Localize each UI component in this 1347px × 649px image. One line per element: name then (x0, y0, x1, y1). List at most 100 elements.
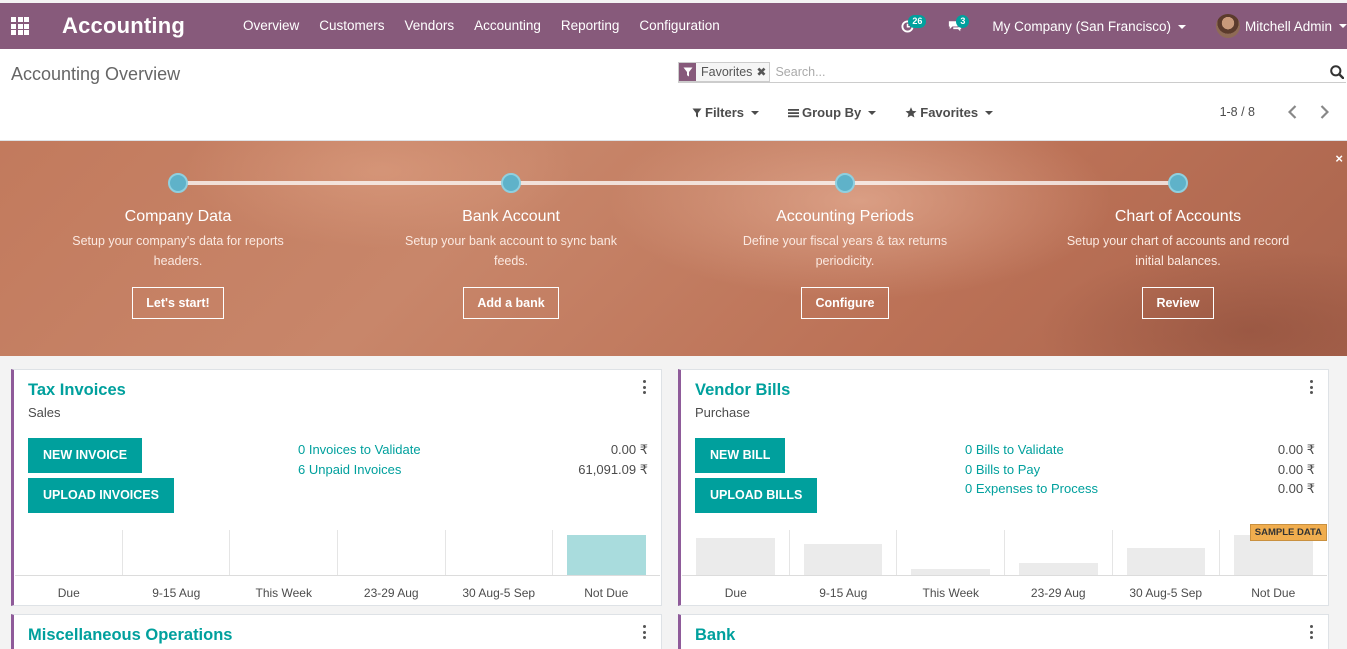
step-dot (501, 173, 521, 193)
lets-start-button[interactable]: Let's start! (132, 287, 224, 319)
list-item: 0 Expenses to Process 0.00 ₹ (965, 479, 1315, 499)
groupby-dropdown[interactable]: Group By (788, 105, 877, 120)
amount: 61,091.09 ₹ (578, 461, 648, 477)
onboarding-step-company-data: Company Data Setup your company's data f… (58, 173, 298, 319)
star-icon (905, 107, 917, 118)
graph-column (552, 530, 660, 575)
invoices-to-validate-link[interactable]: 0 Invoices to Validate (298, 440, 421, 460)
graph-column (1111, 530, 1220, 575)
card-title[interactable]: Bank (695, 626, 735, 645)
top-menu: Overview Customers Vendors Accounting Re… (233, 3, 730, 49)
step-description: Setup your company's data for reports he… (72, 234, 284, 268)
step-title[interactable]: Chart of Accounts (1058, 207, 1298, 227)
company-name: My Company (San Francisco) (992, 18, 1171, 34)
step-description: Setup your bank account to sync bank fee… (405, 234, 617, 268)
graph-bar[interactable] (567, 535, 647, 575)
graph-tick-label: 9-15 Aug (819, 586, 868, 600)
amount: 0.00 ₹ (1277, 442, 1315, 457)
add-bank-button[interactable]: Add a bank (463, 287, 559, 319)
journal-graph: Due 9-15 Aug This Week 23-29 Aug 30 Aug-5 Se… (14, 530, 661, 605)
graph-column (121, 530, 230, 575)
card-title[interactable]: Tax Invoices (28, 381, 126, 400)
graph-tick-label: 30 Aug-5 Sep (1129, 586, 1203, 600)
configure-button[interactable]: Configure (801, 287, 889, 319)
pager: 1-8 / 8 (1220, 103, 1333, 121)
graph-bar[interactable] (1019, 563, 1098, 575)
upload-bills-button[interactable]: UPLOAD BILLS (695, 478, 818, 513)
facet-label: Favorites (701, 64, 753, 79)
graph-bar[interactable] (1234, 535, 1314, 575)
menu-customers[interactable]: Customers (309, 3, 394, 49)
card-links: 0 Bills to Validate 0.00 ₹ 0 Bills to Pay… (965, 440, 1315, 499)
close-icon[interactable]: × (1335, 151, 1343, 166)
activity-clock-icon[interactable]: 26 (896, 3, 927, 49)
kebab-menu-icon[interactable] (640, 625, 648, 639)
new-bill-button[interactable]: NEW BILL (695, 438, 786, 473)
bills-to-validate-link[interactable]: 0 Bills to Validate (965, 440, 1064, 460)
expenses-to-process-link[interactable]: 0 Expenses to Process (965, 479, 1098, 499)
search-facet-favorites[interactable]: Favorites ✖ (678, 61, 771, 82)
search-icon[interactable] (1330, 65, 1345, 82)
kebab-menu-icon[interactable] (640, 380, 648, 394)
search-input[interactable] (775, 64, 1346, 79)
menu-accounting[interactable]: Accounting (464, 3, 551, 49)
pager-value[interactable]: 1-8 / 8 (1220, 105, 1255, 119)
list-item: 6 Unpaid Invoices 61,091.09 ₹ (298, 460, 648, 480)
groupby-label: Group By (802, 105, 862, 120)
kebab-menu-icon[interactable] (1307, 380, 1315, 394)
card-title[interactable]: Vendor Bills (695, 381, 790, 400)
message-count-badge: 3 (956, 15, 970, 28)
unpaid-invoices-link[interactable]: 6 Unpaid Invoices (298, 460, 401, 480)
menu-overview[interactable]: Overview (233, 3, 309, 49)
step-title[interactable]: Bank Account (391, 207, 631, 227)
filter-icon (692, 108, 702, 117)
graph-bar[interactable] (696, 538, 775, 575)
kebab-menu-icon[interactable] (1307, 625, 1315, 639)
chevron-down-icon (985, 110, 994, 115)
new-invoice-button[interactable]: NEW INVOICE (28, 438, 143, 473)
chevron-right-icon[interactable] (1315, 103, 1333, 121)
step-title[interactable]: Accounting Periods (725, 207, 965, 227)
onboarding-progress-line (178, 181, 1178, 185)
menu-configuration[interactable]: Configuration (629, 3, 729, 49)
menu-reporting[interactable]: Reporting (551, 3, 630, 49)
graph-column (682, 530, 789, 575)
card-links: 0 Invoices to Validate 0.00 ₹ 6 Unpaid In… (298, 440, 648, 479)
filters-dropdown[interactable]: Filters (692, 105, 760, 120)
avatar (1215, 14, 1240, 38)
step-description: Define your fiscal years & tax returns p… (742, 234, 948, 268)
graph-tick-label: 30 Aug-5 Sep (462, 586, 536, 600)
graph-bar[interactable] (803, 544, 883, 575)
graph-bar[interactable] (1126, 548, 1206, 575)
chevron-left-icon[interactable] (1283, 103, 1301, 121)
search-view: Favorites ✖ (678, 61, 1346, 83)
app-brand[interactable]: Accounting (62, 13, 185, 39)
menu-vendors[interactable]: Vendors (395, 3, 465, 49)
onboarding-step-accounting-periods: Accounting Periods Define your fiscal ye… (725, 173, 965, 319)
company-switcher[interactable]: My Company (San Francisco) (992, 19, 1186, 34)
favorites-label: Favorites (920, 105, 979, 120)
graph-tick-label: This Week (255, 586, 312, 600)
upload-invoices-button[interactable]: UPLOAD INVOICES (28, 478, 174, 513)
journal-card-misc-operations: Miscellaneous Operations (11, 614, 662, 649)
step-title[interactable]: Company Data (58, 207, 298, 227)
graph-tick-label: 9-15 Aug (152, 586, 201, 600)
graph-tick-label: 23-29 Aug (363, 586, 419, 600)
chevron-down-icon (868, 110, 877, 115)
control-panel: Accounting Overview Favorites ✖ Filters … (0, 49, 1347, 141)
review-button[interactable]: Review (1142, 287, 1214, 319)
favorites-dropdown[interactable]: Favorites (905, 105, 994, 120)
bills-to-pay-link[interactable]: 0 Bills to Pay (965, 460, 1040, 480)
graph-column (1004, 530, 1112, 575)
graph-column (337, 530, 445, 575)
filters-label: Filters (705, 105, 745, 120)
graph-column (229, 530, 337, 575)
close-icon[interactable]: ✖ (756, 65, 769, 79)
messaging-icon[interactable]: 3 (944, 3, 970, 49)
graph-tick-label: Due (724, 586, 747, 600)
app-menu-icon[interactable] (0, 3, 40, 49)
card-title[interactable]: Miscellaneous Operations (28, 626, 232, 645)
onboarding-step-bank-account: Bank Account Setup your bank account to … (391, 173, 631, 319)
user-name: Mitchell Admin (1244, 18, 1332, 34)
user-menu[interactable]: Mitchell Admin (1215, 14, 1347, 38)
